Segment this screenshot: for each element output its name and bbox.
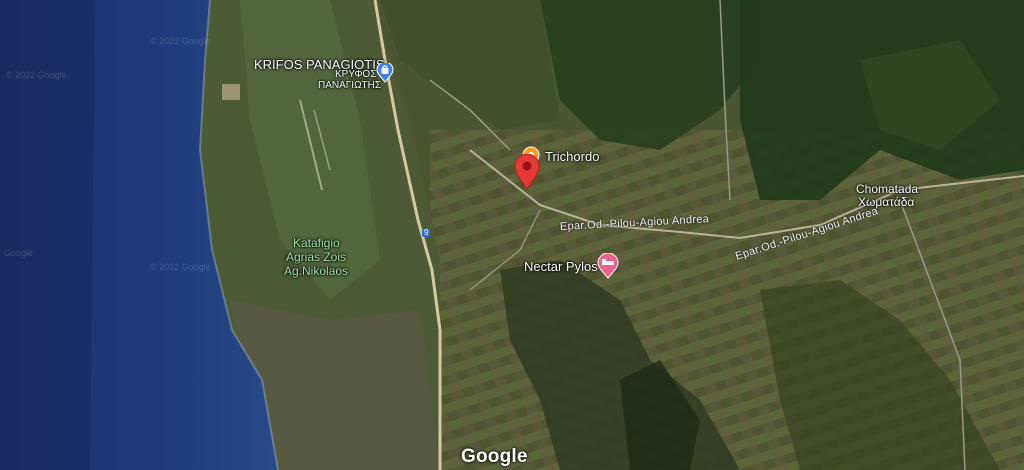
hotel-bed-icon[interactable] [597,253,619,279]
place-label-krifos-greek: ΚΡΥΦΟΣ [335,69,377,80]
google-logo: Google [461,446,528,467]
satellite-terrain [0,0,1024,470]
copyright-watermark: © 2022 Google [150,36,211,46]
place-label-trichordo[interactable]: Trichordo [545,150,599,164]
place-label-nectar-pylos[interactable]: Nectar Pylos [524,260,598,274]
copyright-watermark: Google [4,248,34,258]
copyright-watermark: © 2022 Google [150,262,211,272]
place-label-krifos-greek: ΠΑΝΑΓΙΩΤΗΣ [318,80,382,91]
place-label-katafigio: Ag.Nikolaos [284,264,349,278]
route-shield: 9 [422,228,431,238]
place-label-katafigio: Agrias Zois [286,250,347,264]
place-label-chomatada-greek: Χωματάδα [858,195,915,209]
shopping-bag-icon[interactable] [376,63,394,83]
copyright-watermark: © 2022 Google [6,70,67,80]
map-pin-icon[interactable] [513,154,541,190]
place-label-katafigio[interactable]: Katafigio [293,237,340,250]
satellite-map[interactable]: © 2022 Google © 2022 Google © 2022 Googl… [0,0,1024,470]
place-label-chomatada[interactable]: Chomatada [856,183,918,196]
